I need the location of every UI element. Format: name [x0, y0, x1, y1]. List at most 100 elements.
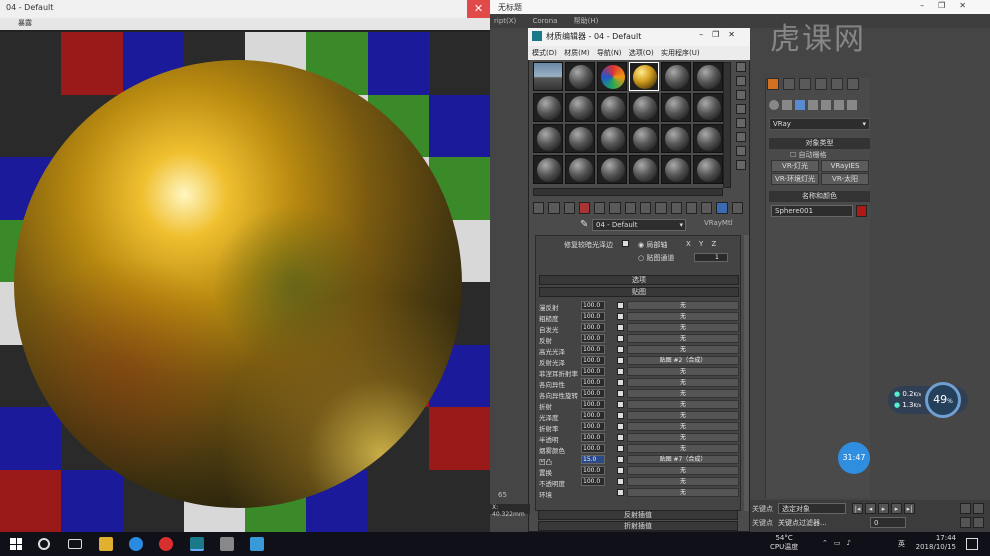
material-slot[interactable] [693, 124, 723, 153]
modify-tab-icon[interactable] [783, 78, 795, 90]
map-slot-button[interactable]: 无 [627, 411, 739, 420]
map-slot-button[interactable]: 无 [627, 378, 739, 387]
copy-material-icon[interactable] [594, 202, 606, 214]
panel-scrollbar[interactable] [744, 235, 749, 511]
map-enable-checkbox[interactable] [617, 456, 624, 463]
make-unique-icon[interactable] [609, 202, 621, 214]
helpers-icon[interactable] [821, 100, 831, 110]
map-amount-field[interactable]: 100.0 [581, 477, 605, 486]
map-slot-button[interactable]: 无 [627, 444, 739, 453]
menu-utilities[interactable]: 实用程序(U) [661, 49, 700, 57]
map-enable-checkbox[interactable] [617, 335, 624, 342]
map-enable-checkbox[interactable] [617, 313, 624, 320]
auto-grid-checkbox[interactable]: ☐ 自动栅格 [790, 150, 827, 160]
map-enable-checkbox[interactable] [617, 412, 624, 419]
next-frame-icon[interactable]: ▸ [891, 503, 902, 514]
key-mode-dropdown[interactable]: 选定对象 [778, 503, 846, 514]
options-rollout[interactable]: 选项 [539, 275, 739, 285]
renderer-dropdown[interactable]: VRay ▾ [769, 118, 870, 130]
menu-mode[interactable]: 模式(D) [532, 49, 557, 57]
map-slot-button[interactable]: 无 [627, 367, 739, 376]
material-slot[interactable] [661, 155, 691, 184]
utilities-tab-icon[interactable] [847, 78, 859, 90]
assign-material-icon[interactable] [563, 202, 575, 214]
material-id-icon[interactable] [639, 202, 652, 214]
map-enable-checkbox[interactable] [617, 478, 624, 485]
app-gray-icon[interactable] [220, 537, 234, 551]
shapes-icon[interactable] [782, 100, 792, 110]
map-enable-checkbox[interactable] [617, 324, 624, 331]
material-slot[interactable] [533, 155, 563, 184]
sample-type-icon[interactable] [736, 62, 746, 72]
menu-material[interactable]: 材质(M) [564, 49, 590, 57]
notification-icon[interactable] [966, 538, 978, 550]
spacewarps-icon[interactable] [834, 100, 844, 110]
play-icon[interactable]: ▸ [878, 503, 889, 514]
background-icon[interactable] [736, 90, 746, 100]
material-slot[interactable] [629, 62, 659, 91]
orbit-icon[interactable] [960, 517, 971, 528]
material-editor-window-controls[interactable]: –❐✕ [699, 30, 744, 39]
map-enable-checkbox[interactable] [617, 302, 624, 309]
render-menu-item[interactable]: 暴露 [18, 19, 32, 27]
reflect-interp-rollout[interactable]: 反射插值 [538, 510, 738, 520]
vr-ambient-light-button[interactable]: VR-环境灯光 [771, 173, 819, 185]
hierarchy-tab-icon[interactable] [799, 78, 811, 90]
display-tab-icon[interactable] [831, 78, 843, 90]
map-amount-field[interactable]: 100.0 [581, 433, 605, 442]
close-button[interactable]: ✕ [467, 0, 490, 18]
map-slot-button[interactable]: 无 [627, 466, 739, 475]
select-by-material-icon[interactable] [736, 160, 746, 170]
maximize-icon[interactable] [973, 517, 984, 528]
map-slot-button[interactable]: 贴图 #2（合成） [627, 356, 739, 365]
object-name-field[interactable]: Sphere001 [771, 205, 853, 217]
map-amount-field[interactable]: 100.0 [581, 378, 605, 387]
backlight-icon[interactable] [736, 76, 746, 86]
material-slot[interactable] [533, 124, 563, 153]
tray-icons[interactable]: ⌃▭♪ [822, 539, 857, 547]
menu-script[interactable]: ript(X) [494, 17, 516, 25]
material-slot[interactable] [565, 155, 595, 184]
map-amount-field[interactable]: 100.0 [581, 367, 605, 376]
camera-icon[interactable] [808, 100, 818, 110]
zoom-icon[interactable] [960, 503, 971, 514]
edge-browser-icon[interactable] [129, 537, 143, 551]
go-sibling-icon[interactable] [701, 202, 713, 214]
zoom-all-icon[interactable] [973, 503, 984, 514]
motion-tab-icon[interactable] [815, 78, 827, 90]
map-enable-checkbox[interactable] [617, 379, 624, 386]
cpu-temperature[interactable]: 54°C CPU温度 [770, 534, 798, 552]
vr-light-button[interactable]: VR-灯光 [771, 160, 819, 172]
fix-dark-glossy-checkbox[interactable] [622, 240, 629, 247]
map-amount-field[interactable]: 100.0 [581, 345, 605, 354]
map-amount-field[interactable]: 100.0 [581, 400, 605, 409]
map-amount-field[interactable]: 100.0 [581, 334, 605, 343]
material-slot[interactable] [629, 93, 659, 122]
map-channel-radio[interactable]: ○ 贴图通道 [638, 253, 674, 263]
material-slot[interactable] [597, 62, 627, 91]
axis-x[interactable]: X [686, 240, 691, 248]
material-type-button[interactable]: VRayMtl [704, 219, 733, 227]
taskbar-clock[interactable]: 17:44 2018/10/15 [912, 534, 956, 552]
window-controls[interactable]: –❐✕ [920, 1, 980, 10]
map-enable-checkbox[interactable] [617, 467, 624, 474]
cpu-usage-circle[interactable]: 49% [925, 382, 961, 418]
go-start-icon[interactable]: |◂ [852, 503, 863, 514]
material-navigator-icon[interactable] [716, 202, 728, 214]
video-color-icon[interactable] [736, 118, 746, 128]
material-slot[interactable] [597, 93, 627, 122]
map-amount-field[interactable]: 100.0 [581, 301, 605, 310]
map-channel-field[interactable]: 1 [694, 253, 728, 262]
map-slot-button[interactable]: 无 [627, 345, 739, 354]
windows-start-icon[interactable] [10, 538, 22, 550]
material-slot[interactable] [661, 124, 691, 153]
map-slot-button[interactable]: 无 [627, 323, 739, 332]
material-name-field[interactable]: 04 - Default ▾ [592, 219, 686, 231]
show-end-result-icon[interactable] [670, 202, 682, 214]
map-slot-button[interactable]: 无 [627, 433, 739, 442]
get-material-icon[interactable] [533, 202, 545, 214]
material-slot[interactable] [661, 93, 691, 122]
map-amount-field[interactable]: 100.0 [581, 422, 605, 431]
map-amount-field[interactable]: 100.0 [581, 411, 605, 420]
material-slot[interactable] [533, 93, 563, 122]
